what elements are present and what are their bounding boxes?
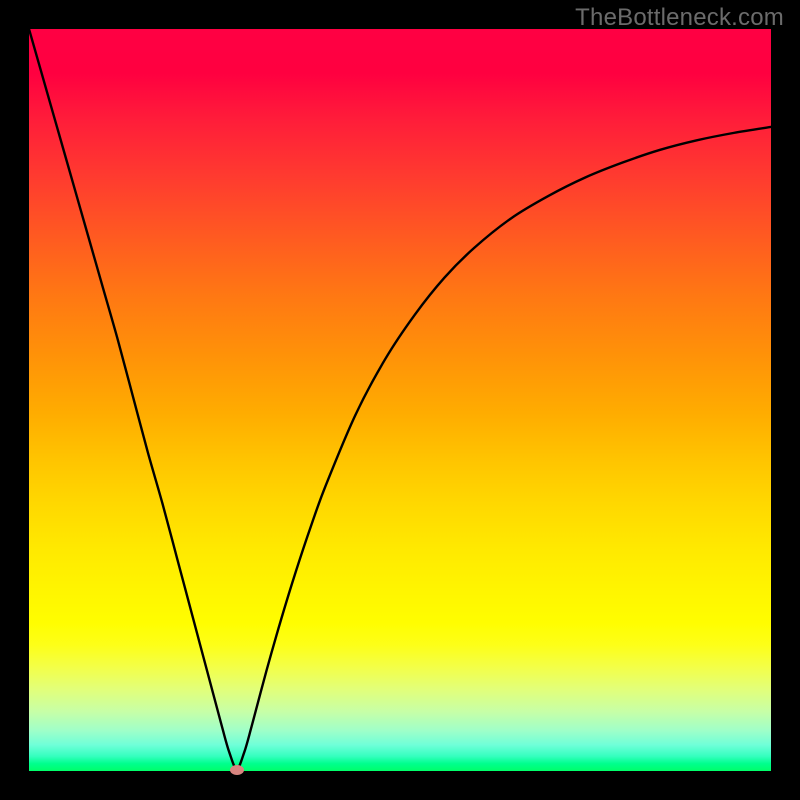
watermark-text: TheBottleneck.com — [575, 4, 784, 32]
bottleneck-curve — [29, 29, 771, 771]
plot-area — [29, 29, 771, 771]
optimal-point-marker — [230, 765, 244, 775]
chart-frame: TheBottleneck.com — [0, 0, 800, 800]
